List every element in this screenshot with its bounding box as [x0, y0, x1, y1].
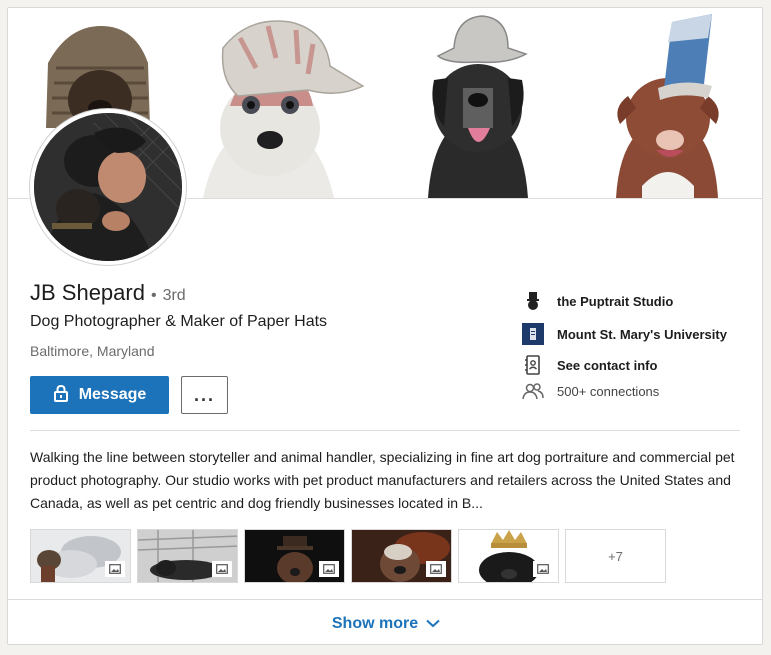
more-media-count: +7 — [608, 548, 623, 564]
chevron-down-icon — [426, 615, 440, 633]
company-name: the Puptrait Studio — [557, 293, 674, 309]
connections-count: 500+ connections — [557, 383, 660, 399]
image-badge-icon — [426, 561, 446, 577]
profile-name-line: JB Shepard • 3rd — [30, 280, 186, 306]
section-divider — [30, 430, 740, 431]
connection-degree: • 3rd — [151, 287, 186, 304]
degree-separator: • — [150, 287, 157, 304]
profile-avatar[interactable] — [30, 109, 186, 265]
degree-label: 3rd — [162, 287, 186, 304]
show-more-bar: Show more — [8, 599, 762, 644]
more-actions-label: ... — [193, 384, 215, 405]
media-thumbnail[interactable] — [458, 529, 559, 583]
media-thumbnail[interactable] — [137, 529, 238, 583]
media-thumbnail[interactable] — [244, 529, 345, 583]
company-logo-icon — [521, 290, 545, 312]
more-actions-button[interactable]: ... — [181, 376, 228, 414]
school-logo-icon — [521, 323, 545, 345]
image-badge-icon — [105, 561, 125, 577]
message-button[interactable]: Message — [30, 376, 169, 414]
more-media-button[interactable]: +7 — [565, 529, 666, 583]
message-button-label: Message — [78, 386, 147, 403]
company-link[interactable]: the Puptrait Studio — [521, 290, 673, 312]
image-badge-icon — [212, 561, 232, 577]
profile-name: JB Shepard — [30, 280, 145, 305]
profile-summary: Walking the line between storyteller and… — [30, 449, 735, 511]
show-more-label: Show more — [331, 614, 419, 632]
contact-info-label: See contact info — [557, 357, 658, 373]
profile-location: Baltimore, Maryland — [30, 343, 155, 359]
media-thumbnail[interactable] — [30, 529, 131, 583]
profile-headline: Dog Photographer & Maker of Paper Hats — [30, 313, 328, 330]
media-strip: +7 — [30, 529, 666, 583]
profile-card: JB Shepard • 3rd Dog Photographer & Maker … — [7, 7, 763, 645]
avatar-photo — [34, 113, 182, 261]
school-name: Mount St. Mary's University — [557, 326, 727, 342]
media-thumbnail[interactable] — [351, 529, 452, 583]
lock-icon — [53, 384, 69, 407]
show-more-button[interactable]: Show more — [332, 615, 440, 633]
image-badge-icon — [533, 561, 553, 577]
contact-card-icon — [521, 354, 545, 376]
school-link[interactable]: Mount St. Mary's University — [521, 323, 727, 345]
connections-link[interactable]: 500+ connections — [521, 380, 659, 402]
contact-info-link[interactable]: See contact info — [521, 354, 657, 376]
people-icon — [521, 380, 545, 402]
image-badge-icon — [319, 561, 339, 577]
